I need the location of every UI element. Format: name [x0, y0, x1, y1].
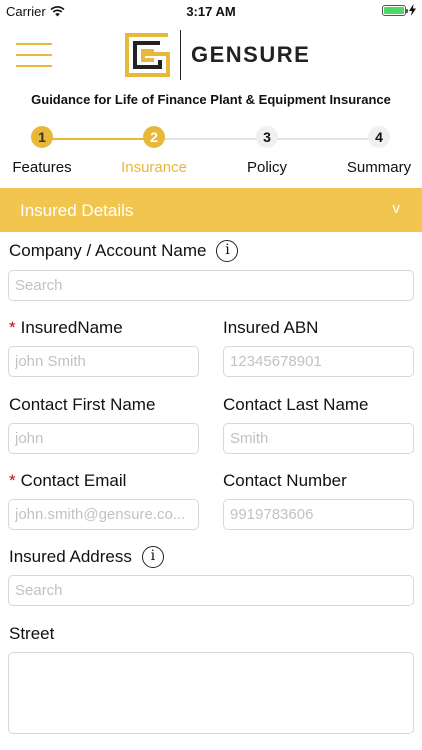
insured-abn-input[interactable] — [223, 346, 414, 377]
street-textarea[interactable] — [8, 652, 414, 734]
page-title: Guidance for Life of Finance Plant & Equ… — [31, 92, 391, 107]
step-summary[interactable]: 4 Summary — [329, 126, 422, 176]
insured-name-label: * InsuredName — [9, 318, 123, 338]
contact-first-name-label: Contact First Name — [9, 395, 155, 415]
step-number: 3 — [256, 126, 278, 148]
field-label-text: Street — [9, 624, 55, 643]
step-insurance[interactable]: 2 Insurance — [104, 126, 204, 176]
battery-icon — [382, 4, 408, 16]
logo-separator — [180, 30, 181, 80]
insured-details-section-header[interactable]: Insured Details v — [0, 188, 422, 232]
charging-bolt-icon — [409, 4, 416, 16]
gensure-logo-mark — [125, 33, 170, 77]
step-label: Insurance — [121, 159, 187, 176]
required-marker: * — [9, 471, 16, 490]
info-icon[interactable]: i — [216, 240, 239, 262]
brand-name: GENSURE — [191, 42, 311, 67]
field-label-text: Contact Number — [223, 471, 347, 490]
step-number: 1 — [31, 126, 53, 148]
address-search-input[interactable] — [8, 575, 414, 606]
street-label: Street — [9, 624, 54, 644]
field-label-text: InsuredName — [20, 318, 123, 337]
battery-fill — [384, 6, 404, 14]
hamburger-menu-icon[interactable] — [16, 42, 52, 68]
progress-stepper: 1 Features 2 Insurance 3 Policy 4 Summar… — [0, 126, 422, 182]
contact-number-label: Contact Number — [223, 471, 347, 491]
info-icon[interactable]: i — [141, 546, 164, 568]
insured-abn-label: Insured ABN — [223, 318, 318, 338]
step-label: Policy — [246, 159, 287, 176]
field-label-text: Contact Last Name — [223, 395, 369, 414]
contact-last-name-input[interactable] — [223, 423, 414, 454]
step-label: Summary — [346, 159, 412, 176]
contact-last-name-label: Contact Last Name — [223, 395, 369, 415]
step-number: 4 — [368, 126, 390, 148]
contact-email-label: * Contact Email — [9, 471, 126, 491]
field-label-text: Company / Account Name — [9, 241, 207, 260]
contact-number-input[interactable] — [223, 499, 414, 530]
contact-email-input[interactable] — [8, 499, 199, 530]
insured-name-input[interactable] — [8, 346, 199, 377]
section-title: Insured Details — [20, 201, 134, 220]
brand-logo: GENSURE — [124, 30, 310, 80]
company-name-label: Company / Account Name i — [9, 240, 239, 262]
company-search-input[interactable] — [8, 270, 414, 301]
app-header: GENSURE — [0, 22, 422, 88]
step-number: 2 — [143, 126, 165, 148]
status-time: 3:17 AM — [186, 4, 236, 19]
step-features[interactable]: 1 Features — [0, 126, 92, 176]
chevron-down-icon[interactable]: v — [393, 200, 401, 217]
field-label-text: Insured Address — [9, 547, 132, 566]
insured-address-label: Insured Address i — [9, 546, 164, 568]
status-right — [382, 4, 416, 16]
step-label: Features — [12, 159, 72, 176]
required-marker: * — [9, 318, 16, 337]
field-label-text: Contact First Name — [9, 395, 156, 414]
contact-first-name-input[interactable] — [8, 423, 199, 454]
status-bar: Carrier 3:17 AM — [0, 0, 422, 22]
field-label-text: Contact Email — [20, 471, 127, 490]
step-policy[interactable]: 3 Policy — [217, 126, 317, 176]
field-label-text: Insured ABN — [223, 318, 319, 337]
